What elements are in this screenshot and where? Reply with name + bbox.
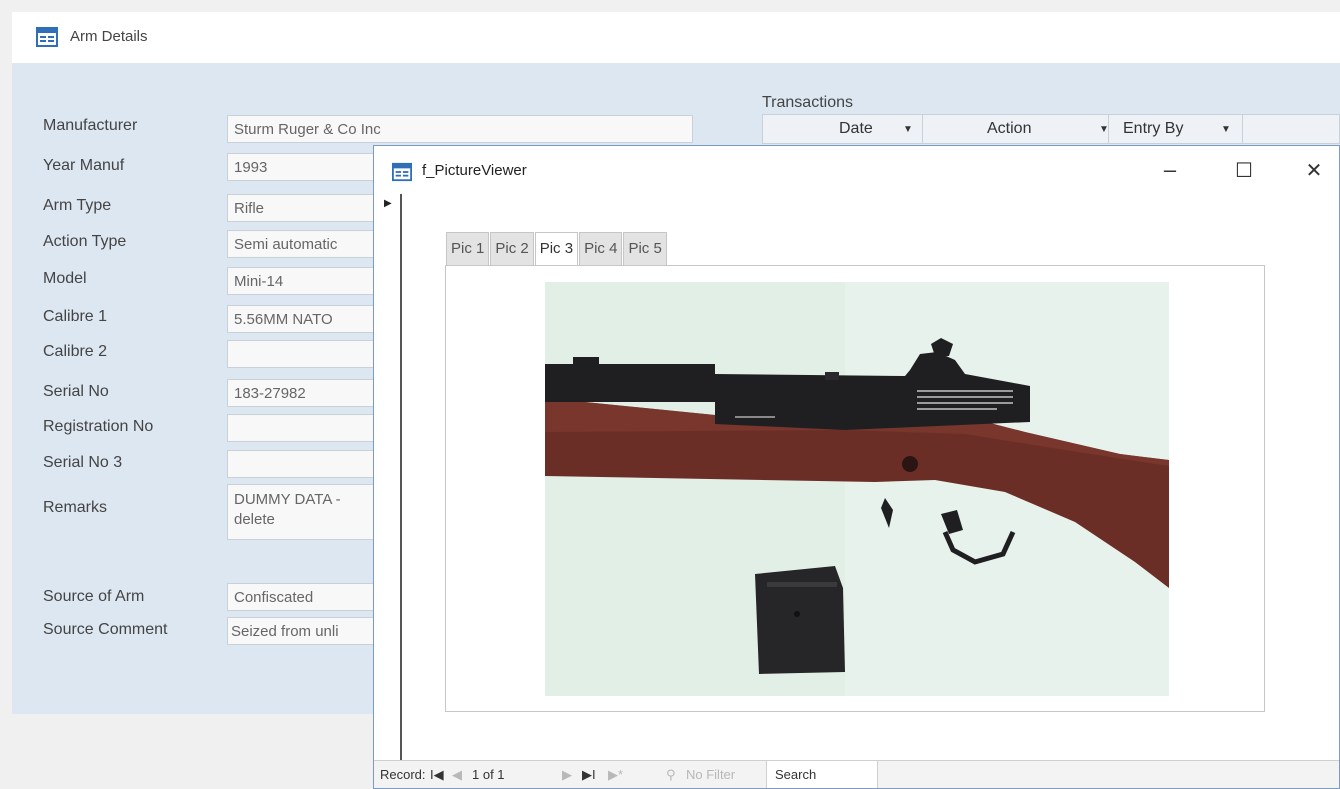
tab-pic-5[interactable]: Pic 5 [623,232,667,266]
column-header-date[interactable]: Date ▼ [763,115,923,143]
form-icon [392,162,412,182]
column-header-entry-by[interactable]: Entry By ▼ [1109,115,1243,143]
calibre-2-field[interactable] [227,340,375,368]
no-filter-button[interactable]: No Filter [686,767,735,782]
transactions-header: Date ▼ Action ▼ Entry By ▼ [762,114,1340,144]
source-of-arm-field[interactable]: Confiscated [227,583,375,611]
action-type-field[interactable]: Semi automatic [227,230,375,258]
column-header-action[interactable]: Action ▼ [923,115,1109,143]
tab-pic-2[interactable]: Pic 2 [490,232,534,266]
next-record-button[interactable]: ▶ [562,767,572,783]
record-position[interactable]: 1 of 1 [472,767,505,782]
previous-record-button[interactable]: ◀ [452,767,462,783]
search-input[interactable]: Search [766,761,878,788]
rifle-picture [545,282,1169,696]
sort-arrow-icon[interactable]: ▼ [903,124,913,135]
model-label: Model [43,270,87,287]
action-type-label: Action Type [43,233,127,250]
record-selector[interactable]: ▶ [374,194,402,760]
arm-details-title: Arm Details [70,28,148,45]
record-label: Record: [380,767,426,782]
year-manuf-label: Year Manuf [43,157,125,174]
serial-no-3-field[interactable] [227,450,375,478]
viewer-titlebar[interactable]: f_PictureViewer – ☐ ✕ [374,146,1339,194]
arm-type-label: Arm Type [43,197,112,214]
tab-pic-1[interactable]: Pic 1 [446,232,490,266]
last-record-button[interactable]: ▶I [582,767,596,783]
source-comment-field[interactable]: Seized from unli [227,617,375,645]
registration-no-field[interactable] [227,414,375,442]
year-manuf-field[interactable]: 1993 [227,153,375,181]
serial-no-label: Serial No [43,383,109,400]
column-entry-by-label: Entry By [1123,120,1184,137]
tab-pic-4[interactable]: Pic 4 [579,232,623,266]
picture-tabstrip: Pic 1 Pic 2 Pic 3 Pic 4 Pic 5 [446,232,668,268]
viewer-title: f_PictureViewer [422,162,527,179]
serial-no-3-label: Serial No 3 [43,454,123,471]
calibre-2-label: Calibre 2 [43,343,108,360]
record-navigation-bar: Record: I◀ ◀ 1 of 1 ▶ ▶I ▶* ⚲ No Filter … [374,760,1339,788]
filter-icon[interactable]: ⚲ [666,767,676,783]
maximize-button[interactable]: ☐ [1224,154,1264,186]
manufacturer-label: Manufacturer [43,117,138,134]
source-comment-label: Source Comment [43,621,168,638]
registration-no-label: Registration No [43,418,154,435]
calibre-1-field[interactable]: 5.56MM NATO [227,305,375,333]
record-selector-arrow-icon: ▶ [384,198,392,209]
arm-details-tab[interactable]: Arm Details [12,12,1340,64]
picture-viewer-window: f_PictureViewer – ☐ ✕ ▶ Pic 1 Pic 2 Pic … [373,145,1340,789]
tab-pic-3[interactable]: Pic 3 [534,232,579,268]
first-record-button[interactable]: I◀ [430,767,444,783]
picture-tab-page [445,265,1265,712]
serial-no-field[interactable]: 183-27982 [227,379,375,407]
column-date-label: Date [839,120,873,137]
remarks-field[interactable]: DUMMY DATA - delete [227,484,375,540]
remarks-label: Remarks [43,499,108,516]
source-of-arm-label: Source of Arm [43,588,145,605]
arm-type-field[interactable]: Rifle [227,194,375,222]
close-button[interactable]: ✕ [1294,154,1334,186]
manufacturer-field[interactable]: Sturm Ruger & Co Inc [227,115,693,143]
sort-arrow-icon[interactable]: ▼ [1099,124,1109,135]
form-icon [36,27,58,47]
new-record-button[interactable]: ▶* [608,767,623,783]
calibre-1-label: Calibre 1 [43,308,108,325]
minimize-button[interactable]: – [1150,154,1190,186]
model-field[interactable]: Mini-14 [227,267,375,295]
sort-arrow-icon[interactable]: ▼ [1221,124,1231,135]
transactions-label: Transactions [762,94,853,111]
column-action-label: Action [987,120,1032,137]
